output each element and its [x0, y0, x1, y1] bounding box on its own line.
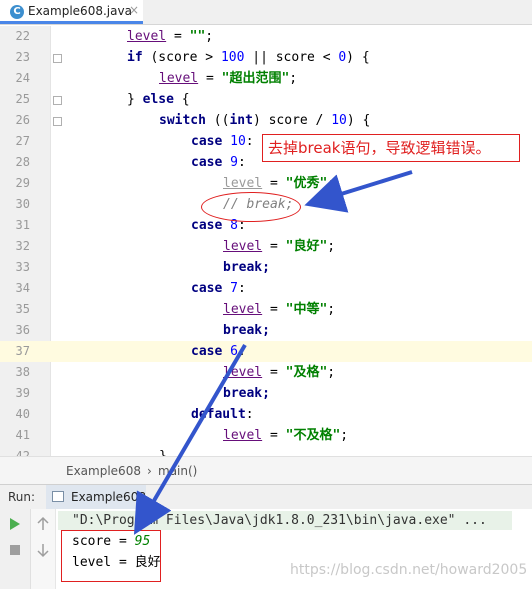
- java-class-icon: C: [10, 5, 24, 19]
- line-number: 40: [15, 407, 30, 421]
- line-number: 35: [15, 302, 30, 316]
- code-line: 41 level = "不及格";: [0, 425, 532, 446]
- run-label: Run:: [8, 490, 36, 504]
- code-text: case 9:: [191, 155, 246, 170]
- code-text: case 7:: [191, 281, 246, 296]
- line-number: 23: [15, 50, 30, 64]
- output-highlight-box: [61, 530, 161, 582]
- line-number: 37: [15, 344, 30, 358]
- code-line: 23 if (score > 100 || score < 0) {: [0, 47, 532, 68]
- line-number: 39: [15, 386, 30, 400]
- run-tab-example608[interactable]: Example608: [46, 485, 146, 509]
- line-number: 33: [15, 260, 30, 274]
- line-number: 25: [15, 92, 30, 106]
- code-text: break;: [223, 386, 270, 401]
- code-text: level = "不及格";: [223, 428, 349, 443]
- code-line: 42 }: [0, 446, 532, 456]
- line-number: 38: [15, 365, 30, 379]
- up-arrow-icon[interactable]: [37, 516, 49, 530]
- code-line: 40 default:: [0, 404, 532, 425]
- code-line: 35 level = "中等";: [0, 299, 532, 320]
- code-line: 26 switch ((int) score / 10) {: [0, 110, 532, 131]
- code-text: if (score > 100 || score < 0) {: [127, 50, 370, 65]
- code-text: level = "中等";: [223, 302, 336, 317]
- code-text: level = "良好";: [223, 239, 336, 254]
- console-command-line: "D:\Program Files\Java\jdk1.8.0_231\bin\…: [58, 511, 512, 530]
- code-text: case 10:: [191, 134, 254, 149]
- code-text: switch ((int) score / 10) {: [159, 113, 371, 128]
- close-tab-icon[interactable]: ×: [129, 3, 139, 17]
- line-number: 29: [15, 176, 30, 190]
- breadcrumb-separator: ›: [147, 464, 152, 478]
- code-line: 25 } else {: [0, 89, 532, 110]
- code-line: 24 level = "超出范围";: [0, 68, 532, 89]
- code-text: break;: [223, 260, 270, 275]
- code-line: 33 break;: [0, 257, 532, 278]
- editor-tab-bar: C Example608.java ×: [0, 0, 532, 25]
- code-text: case 6:: [191, 344, 246, 359]
- scroll-actions-toolbar: [31, 509, 56, 589]
- line-number: 28: [15, 155, 30, 169]
- code-text: }: [159, 446, 167, 456]
- run-tab-label: Example608: [71, 490, 146, 504]
- annotation-callout: 去掉break语句，导致逻辑错误。: [262, 134, 520, 162]
- code-text: default:: [191, 407, 254, 422]
- code-line: 38 level = "及格";: [0, 362, 532, 383]
- line-number: 31: [15, 218, 30, 232]
- breadcrumb-method[interactable]: main(): [158, 464, 197, 478]
- fold-icon[interactable]: [53, 117, 62, 126]
- code-text: level = "优秀";: [223, 176, 336, 191]
- line-number: 42: [15, 449, 30, 456]
- stop-icon-wrap: [0, 509, 30, 589]
- line-number: 27: [15, 134, 30, 148]
- line-number: 24: [15, 71, 30, 85]
- line-number: 32: [15, 239, 30, 253]
- line-number: 30: [15, 197, 30, 211]
- code-text: break;: [223, 323, 270, 338]
- line-number: 26: [15, 113, 30, 127]
- console-icon: [52, 491, 64, 502]
- fold-icon[interactable]: [53, 54, 62, 63]
- stop-icon[interactable]: [10, 545, 20, 555]
- code-editor[interactable]: 22 level = ""; 23 if (score > 100 || sco…: [0, 26, 532, 456]
- breadcrumb-class[interactable]: Example608: [66, 464, 141, 478]
- code-text: level = "超出范围";: [159, 71, 298, 86]
- code-line: 39 break;: [0, 383, 532, 404]
- line-number: 34: [15, 281, 30, 295]
- line-number: 41: [15, 428, 30, 442]
- tab-example608-java[interactable]: C Example608.java ×: [0, 0, 143, 24]
- code-line: 22 level = "";: [0, 26, 532, 47]
- watermark-text: https://blog.csdn.net/howard2005: [290, 562, 528, 578]
- code-line: 29 level = "优秀";: [0, 173, 532, 194]
- code-line: 34 case 7:: [0, 278, 532, 299]
- break-highlight-ellipse: [201, 192, 301, 222]
- line-number: 36: [15, 323, 30, 337]
- code-text: level = "及格";: [223, 365, 336, 380]
- code-text: } else {: [127, 92, 190, 107]
- run-tool-window-header: Run: Example608: [0, 484, 532, 510]
- code-line: 36 break;: [0, 320, 532, 341]
- tab-filename: Example608.java: [28, 4, 132, 18]
- fold-icon[interactable]: [53, 96, 62, 105]
- breadcrumb: Example608 › main(): [0, 456, 532, 485]
- line-number: 22: [15, 29, 30, 43]
- code-line-current: 37 case 6:: [0, 341, 532, 362]
- code-line: 32 level = "良好";: [0, 236, 532, 257]
- code-text: level = "";: [127, 29, 214, 44]
- down-arrow-icon[interactable]: [37, 544, 49, 558]
